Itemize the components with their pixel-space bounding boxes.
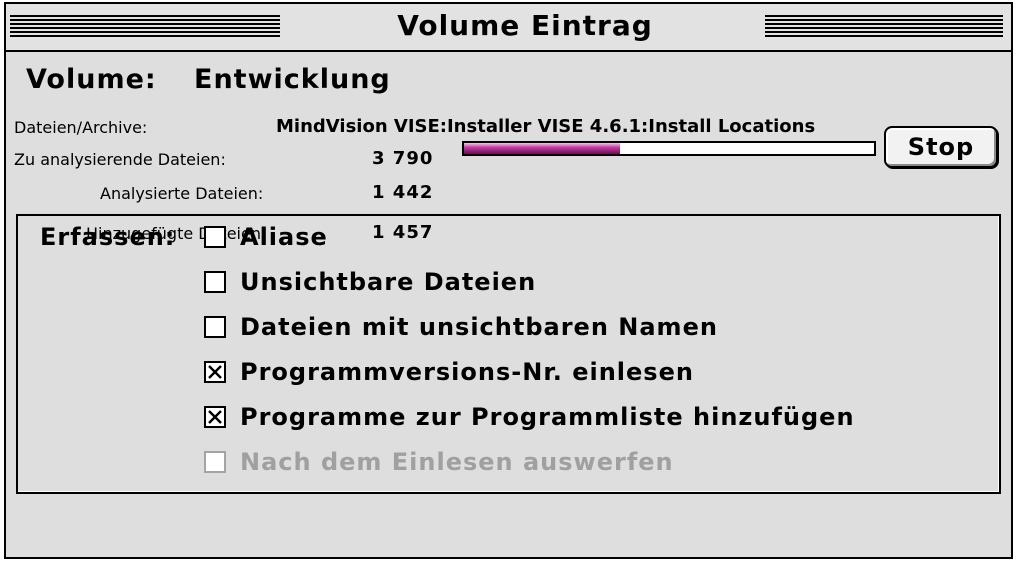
checkbox-invisible-files[interactable] [204, 271, 226, 293]
option-label-invisible-files: Unsichtbare Dateien [240, 268, 537, 296]
capture-label: Erfassen: [40, 223, 176, 251]
checkbox-aliases[interactable] [204, 226, 226, 248]
option-label-invisible-names: Dateien mit unsichtbaren Namen [240, 313, 718, 341]
path-value: MindVision VISE:Installer VISE 4.6.1:Ins… [276, 116, 816, 137]
option-row-aliases[interactable]: Aliase [204, 222, 328, 252]
progress-bar-fill [464, 143, 620, 154]
volume-name: Entwicklung [194, 64, 391, 95]
option-row-read-version[interactable]: Programmversions-Nr. einlesen [204, 357, 694, 387]
option-row-eject-after-reading: Nach dem Einlesen auswerfen [204, 447, 674, 477]
checkbox-eject-after-reading [204, 451, 226, 473]
checkbox-read-version[interactable] [204, 361, 226, 383]
option-row-invisible-names[interactable]: Dateien mit unsichtbaren Namen [204, 312, 718, 342]
progress-bar [462, 141, 876, 156]
analyzed-files-label: Analysierte Dateien: [100, 184, 264, 203]
checkbox-add-to-program-list[interactable] [204, 406, 226, 428]
files-to-analyze-value: 3 790 [372, 148, 434, 169]
path-label: Dateien/Archive: [14, 118, 148, 137]
title-bar-stripes-right [765, 15, 1003, 37]
option-label-eject-after-reading: Nach dem Einlesen auswerfen [240, 448, 674, 476]
files-to-analyze-label: Zu analysierende Dateien: [14, 150, 226, 169]
dialog-window: Volume Eintrag aktualisieren Volume: Ent… [4, 2, 1013, 559]
option-label-add-to-program-list: Programme zur Programmliste hinzufügen [240, 403, 855, 431]
title-bar-stripes-left [10, 15, 280, 37]
option-label-read-version: Programmversions-Nr. einlesen [240, 358, 694, 386]
checkmark-x-icon [208, 365, 222, 379]
option-label-aliases: Aliase [240, 223, 328, 251]
option-row-add-to-program-list[interactable]: Programme zur Programmliste hinzufügen [204, 402, 855, 432]
option-row-invisible-files[interactable]: Unsichtbare Dateien [204, 267, 536, 297]
stop-button[interactable]: Stop [884, 126, 998, 168]
analyzed-files-value: 1 442 [372, 182, 434, 203]
checkmark-x-icon [208, 410, 222, 424]
volume-label: Volume: [26, 64, 157, 95]
title-bar[interactable]: Volume Eintrag aktualisieren [6, 4, 1011, 82]
checkbox-invisible-names[interactable] [204, 316, 226, 338]
window-title: Volume Eintrag aktualisieren [282, 6, 768, 82]
